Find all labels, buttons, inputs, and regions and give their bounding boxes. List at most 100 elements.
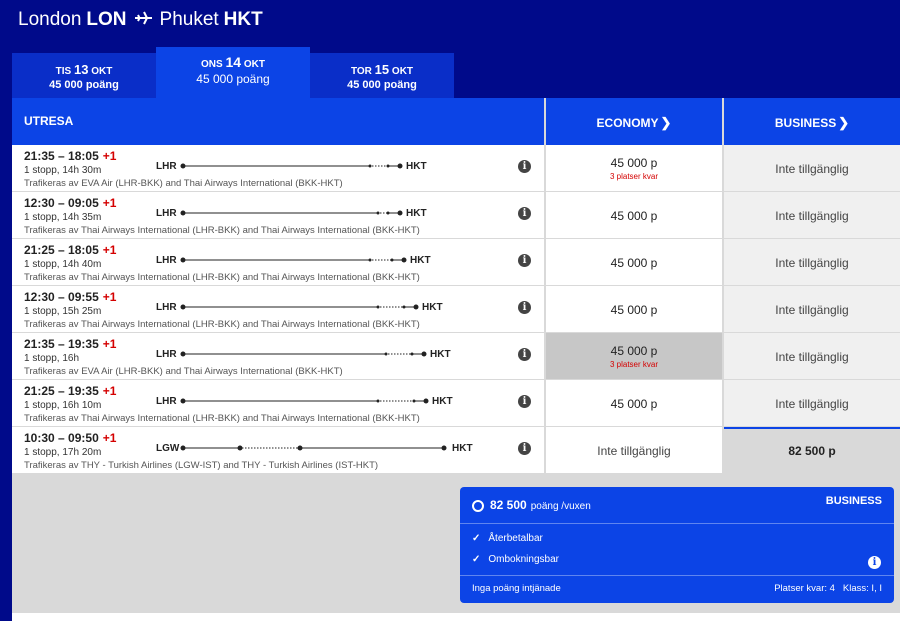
feature-label: Återbetalbar [488, 533, 543, 544]
route-line [180, 257, 407, 263]
tab-month: OKT [91, 66, 113, 77]
economy-fare-cell[interactable]: 45 000 p [546, 192, 722, 238]
booking-class: Klass: I, I [842, 583, 882, 594]
day-offset: +1 [102, 431, 117, 445]
flight-times: 12:30 – 09:55 +1 [24, 290, 117, 304]
stops-duration: 1 stopp, 15h 25m [24, 306, 102, 317]
tab-points: 45 000 poäng [196, 72, 270, 86]
business-fare-cell[interactable]: 82 500 p [724, 427, 900, 473]
origin-airport: LHR [156, 161, 177, 172]
tab-day-number: 14 [225, 54, 242, 70]
tab-points: 45 000 poäng [347, 79, 417, 91]
economy-fare-cell: Inte tillgänglig [546, 427, 722, 473]
origin-airport: LGW [156, 443, 180, 454]
flight-row: 21:25 – 18:05 +1 1 stopp, 14h 40m Trafikera… [12, 239, 900, 285]
business-price: Inte tillgänglig [775, 350, 849, 364]
fare-points: 82 500 [490, 498, 527, 512]
flight-row: 21:35 – 18:05 +1 1 stopp, 14h 30m Trafikera… [12, 145, 900, 191]
economy-fare-cell[interactable]: 45 000 p [546, 239, 722, 285]
info-icon[interactable]: i [518, 207, 531, 220]
info-icon[interactable]: i [518, 301, 531, 314]
flight-info: 10:30 – 09:50 +1 1 stopp, 17h 20m Trafikera… [12, 427, 544, 473]
next-section-strip [12, 613, 900, 621]
business-price: Inte tillgänglig [775, 397, 849, 411]
business-fare-cell: Inte tillgänglig [724, 286, 900, 332]
info-icon[interactable]: i [518, 160, 531, 173]
chevron-right-icon: ❯ [660, 115, 672, 130]
route-line [180, 304, 419, 310]
flight-times: 21:25 – 19:35 +1 [24, 384, 117, 398]
economy-fare-cell[interactable]: 45 000 p [546, 380, 722, 426]
route-header: London LON Phuket HKT [0, 0, 900, 47]
economy-price: 45 000 p [610, 303, 658, 317]
info-icon[interactable]: i [868, 556, 881, 569]
seats-left-warning: 3 platser kvar [609, 360, 659, 369]
flight-times: 21:35 – 19:35 +1 [24, 337, 117, 351]
operated-by: Trafikeras av Thai Airways International… [24, 319, 420, 330]
tab-date-14-okt[interactable]: ONS 14 OKT 45 000 poäng [156, 47, 310, 98]
departure-time: 10:30 [24, 431, 55, 445]
stops-duration: 1 stopp, 16h [24, 353, 80, 364]
info-icon[interactable]: i [518, 395, 531, 408]
operated-by: Trafikeras av Thai Airways International… [24, 413, 420, 424]
flight-info: 21:25 – 18:05 +1 1 stopp, 14h 40m Trafikera… [12, 239, 544, 285]
business-header-button[interactable]: BUSINESS ❯ [724, 98, 900, 145]
business-fare-cell: Inte tillgänglig [724, 333, 900, 379]
route-line [180, 210, 403, 216]
flight-row: 12:30 – 09:55 +1 1 stopp, 15h 25m Trafikera… [12, 286, 900, 332]
tab-weekday: TIS [55, 66, 72, 77]
destination-airport: HKT [406, 161, 427, 172]
flight-info: 21:35 – 19:35 +1 1 stopp, 16h Trafikeras av… [12, 333, 544, 379]
day-offset: +1 [102, 384, 117, 398]
departure-time: 12:30 [24, 196, 55, 210]
origin-city: London [18, 9, 82, 30]
info-icon[interactable]: i [518, 348, 531, 361]
fare-details-panel: 82 500 poäng /vuxen BUSINESS ✓ Återbetalba… [460, 487, 894, 603]
business-fare-cell: Inte tillgänglig [724, 380, 900, 426]
tab-date-15-okt[interactable]: TOR 15 OKT 45 000 poäng [310, 53, 454, 98]
outbound-header: UTRESA [12, 98, 544, 145]
origin-code: LON [86, 9, 127, 30]
economy-header-button[interactable]: ECONOMY ❯ [546, 98, 722, 145]
origin-airport: LHR [156, 349, 177, 360]
origin-airport: LHR [156, 208, 177, 219]
tab-date-13-okt[interactable]: TIS 13 OKT 45 000 poäng [12, 53, 156, 98]
destination-code: HKT [223, 9, 263, 30]
flight-info: 21:25 – 19:35 +1 1 stopp, 16h 10m Trafikera… [12, 380, 544, 426]
destination-airport: HKT [430, 349, 451, 360]
flight-results: UTRESA ECONOMY ❯ BUSINESS ❯ 21:35 – 18:05 +… [12, 98, 900, 621]
info-icon[interactable]: i [518, 254, 531, 267]
destination-airport: HKT [432, 396, 453, 407]
economy-fare-cell[interactable]: 45 000 p 3 platser kvar [546, 333, 722, 379]
departure-time: 21:25 [24, 384, 55, 398]
operated-by: Trafikeras av Thai Airways International… [24, 272, 420, 283]
business-fare-cell: Inte tillgänglig [724, 145, 900, 191]
check-icon: ✓ [472, 554, 481, 565]
destination-airport: HKT [422, 302, 443, 313]
economy-fare-cell[interactable]: 45 000 p 3 platser kvar [546, 145, 722, 191]
business-price: Inte tillgänglig [775, 162, 849, 176]
flight-times: 21:35 – 18:05 +1 [24, 149, 117, 163]
day-offset: +1 [102, 149, 117, 163]
destination-city: Phuket [159, 9, 219, 30]
economy-price: 45 000 p [610, 344, 658, 358]
business-header-label: BUSINESS [774, 116, 837, 130]
arrival-time: 18:05 [68, 243, 99, 257]
business-price: Inte tillgänglig [775, 209, 849, 223]
economy-price: 45 000 p [610, 156, 658, 170]
operated-by: Trafikeras av THY - Turkish Airlines (LG… [24, 460, 379, 471]
economy-price: 45 000 p [610, 256, 658, 270]
economy-price: 45 000 p [610, 209, 658, 223]
flight-row: 21:25 – 19:35 +1 1 stopp, 16h 10m Trafikera… [12, 380, 900, 426]
flight-info: 12:30 – 09:05 +1 1 stopp, 14h 35m Trafikera… [12, 192, 544, 238]
route-line [180, 351, 427, 357]
arrival-time: 19:35 [68, 337, 99, 351]
economy-fare-cell[interactable]: 45 000 p [546, 286, 722, 332]
info-icon[interactable]: i [518, 442, 531, 455]
flight-row: 12:30 – 09:05 +1 1 stopp, 14h 35m Trafikera… [12, 192, 900, 238]
arrival-time: 09:50 [68, 431, 99, 445]
stops-duration: 1 stopp, 16h 10m [24, 400, 102, 411]
fare-radio[interactable] [472, 500, 484, 512]
plane-icon [134, 9, 153, 31]
tab-day-number: 13 [73, 62, 89, 77]
